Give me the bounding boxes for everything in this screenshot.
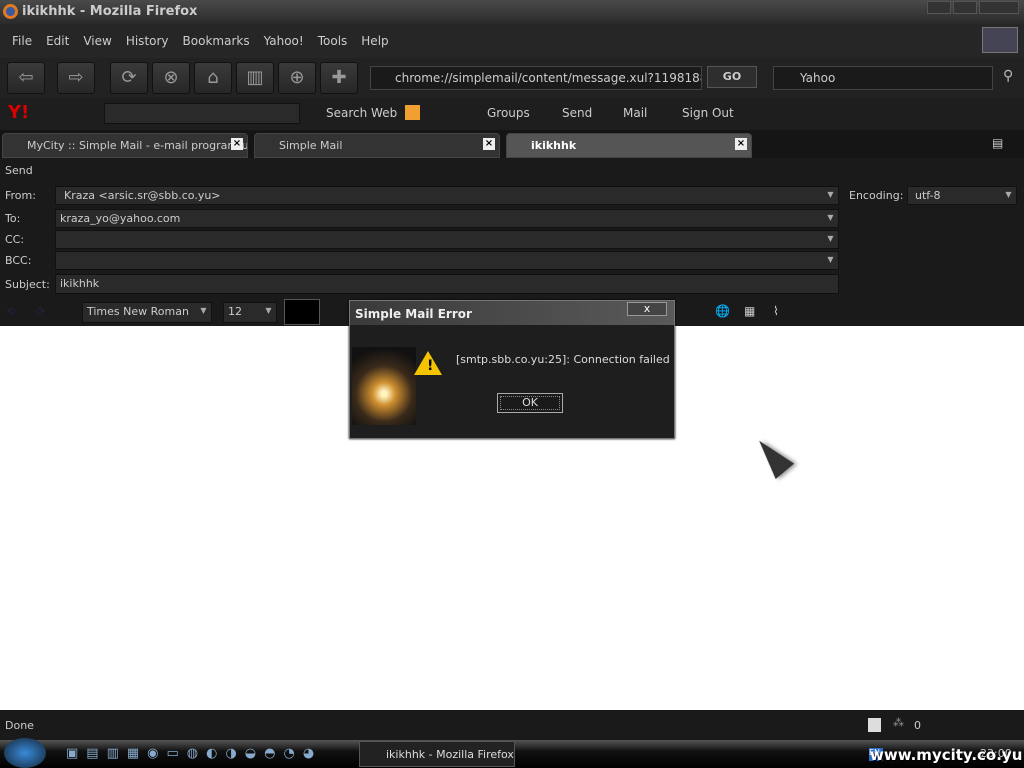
- tab-mycity[interactable]: MyCity :: Simple Mail - e-mail program u…: [2, 133, 248, 158]
- stop-button[interactable]: ⊗: [152, 62, 190, 94]
- cc-label: CC:: [5, 233, 25, 246]
- size-value: 12: [228, 305, 242, 318]
- encoding-label: Encoding:: [849, 189, 904, 202]
- taskbar-item-label: ikikhhk - Mozilla Firefox: [386, 748, 514, 761]
- chevron-down-icon[interactable]: ▼: [825, 234, 836, 245]
- from-label: From:: [5, 189, 36, 202]
- reload-button[interactable]: ⟳: [110, 62, 148, 94]
- navigation-toolbar: ⇦ ⇨ ⟳ ⊗ ⌂ ▥ ⊕ ✚ chrome://simplemail/cont…: [0, 58, 1024, 98]
- taskbar-item-firefox[interactable]: ikikhhk - Mozilla Firefox: [359, 741, 515, 767]
- spinner-icon: ⁂: [893, 716, 904, 729]
- to-field[interactable]: kraza_yo@yahoo.com ▼: [55, 209, 839, 228]
- add-bookmark-button[interactable]: ✚: [320, 62, 358, 94]
- from-value: Kraza <arsic.sr@sbb.co.yu>: [64, 189, 221, 202]
- chevron-down-icon[interactable]: ▼: [825, 213, 836, 224]
- bcc-label: BCC:: [5, 254, 32, 267]
- chevron-down-icon[interactable]: ▼: [825, 255, 836, 266]
- dialog-message: [smtp.sbb.co.yu:25]: Connection failed: [456, 353, 670, 366]
- chevron-down-icon[interactable]: ▼: [825, 190, 836, 201]
- chevron-down-icon[interactable]: ▼: [198, 306, 209, 317]
- sign-out-button[interactable]: Sign Out: [682, 106, 734, 120]
- dialog-close-button[interactable]: x: [627, 302, 667, 316]
- bcc-field[interactable]: ▼: [55, 251, 839, 270]
- tab-label: Simple Mail: [279, 139, 343, 152]
- table-icon[interactable]: ▦: [744, 304, 755, 318]
- close-tab-icon[interactable]: ×: [483, 138, 495, 150]
- shuttle-launch-image: [352, 347, 416, 425]
- menu-edit[interactable]: Edit: [46, 34, 69, 48]
- menu-tools[interactable]: Tools: [318, 34, 348, 48]
- chevron-down-icon[interactable]: ▼: [263, 306, 274, 317]
- minimize-button[interactable]: [927, 1, 951, 14]
- go-button[interactable]: GO: [707, 66, 757, 88]
- home-button[interactable]: ⌂: [194, 62, 232, 94]
- menu-bookmarks[interactable]: Bookmarks: [183, 34, 250, 48]
- quick-launch-icons[interactable]: ▣▤▥▦◉▭◍◐◑◒◓◔◕: [66, 746, 346, 762]
- send-button[interactable]: Send: [5, 164, 33, 177]
- subject-label: Subject:: [5, 278, 50, 291]
- forward-button[interactable]: ⇨: [57, 62, 95, 94]
- encoding-value: utf-8: [915, 189, 941, 202]
- search-web-button[interactable]: Search Web: [326, 106, 397, 120]
- menu-yahoo[interactable]: Yahoo!: [264, 34, 304, 48]
- title-bar: ikikhhk - Mozilla Firefox: [0, 0, 1024, 24]
- dialog-title: Simple Mail Error: [350, 301, 674, 325]
- tab-label: ikikhhk: [531, 139, 577, 152]
- close-window-button[interactable]: [979, 1, 1019, 14]
- attach-icon[interactable]: ⌇: [773, 304, 779, 318]
- menu-help[interactable]: Help: [361, 34, 388, 48]
- cc-field[interactable]: ▼: [55, 230, 839, 249]
- to-value: kraza_yo@yahoo.com: [60, 212, 181, 225]
- maximize-button[interactable]: [953, 1, 977, 14]
- groups-button[interactable]: Groups: [487, 106, 530, 120]
- menu-file[interactable]: File: [12, 34, 32, 48]
- search-icon[interactable]: ⚲: [1003, 68, 1013, 84]
- encoding-select[interactable]: utf-8 ▼: [907, 186, 1017, 205]
- watermark: www.mycity.co.yu: [870, 746, 1023, 764]
- redo-icon[interactable]: ⟳: [36, 305, 45, 318]
- back-button[interactable]: ⇦: [7, 62, 45, 94]
- from-field[interactable]: Kraza <arsic.sr@sbb.co.yu> ▼: [55, 186, 839, 205]
- bookmarks-button[interactable]: ▥: [236, 62, 274, 94]
- menu-view[interactable]: View: [83, 34, 111, 48]
- ok-button[interactable]: OK: [497, 393, 563, 413]
- chevron-down-icon[interactable]: ▼: [1003, 190, 1014, 201]
- tab-ikikhhk[interactable]: ikikhhk ×: [506, 133, 752, 158]
- menu-bar: File Edit View History Bookmarks Yahoo! …: [0, 24, 1024, 58]
- send-button[interactable]: Send: [562, 106, 592, 120]
- font-select[interactable]: Times New Roman ▼: [82, 302, 212, 323]
- url-bar[interactable]: chrome://simplemail/content/message.xul?…: [370, 66, 702, 90]
- start-button[interactable]: [4, 738, 46, 768]
- window-title: ikikhhk - Mozilla Firefox: [22, 4, 198, 19]
- error-dialog: Simple Mail Error x ! [smtp.sbb.co.yu:25…: [349, 300, 675, 439]
- tab-bar: MyCity :: Simple Mail - e-mail program u…: [0, 130, 1024, 158]
- avatar: [982, 27, 1018, 53]
- yahoo-toolbar: Y! Search Web Groups Send Mail Sign Out: [0, 98, 1024, 130]
- subject-field[interactable]: ikikhhk: [55, 274, 839, 294]
- tab-label: MyCity :: Simple Mail - e-mail program u…: [27, 139, 248, 152]
- close-tab-icon[interactable]: ×: [735, 138, 747, 150]
- to-label: To:: [5, 212, 21, 225]
- status-count: 0: [914, 719, 921, 732]
- warning-mark-icon: !: [427, 358, 434, 374]
- size-select[interactable]: 12 ▼: [223, 302, 277, 323]
- firefox-icon: [3, 4, 18, 19]
- downloads-button[interactable]: ⊕: [278, 62, 316, 94]
- search-input[interactable]: Yahoo: [773, 66, 993, 90]
- yahoo-logo-icon[interactable]: Y!: [8, 102, 29, 123]
- target-icon[interactable]: [405, 105, 420, 120]
- menu-history[interactable]: History: [126, 34, 169, 48]
- tab-list-icon[interactable]: ▤: [992, 136, 1003, 150]
- status-bar: Done ⁂ 0: [0, 710, 1024, 740]
- close-tab-icon[interactable]: ×: [231, 138, 243, 150]
- font-value: Times New Roman: [87, 305, 189, 318]
- color-picker[interactable]: [284, 299, 320, 325]
- yahoo-search-input[interactable]: [104, 103, 300, 124]
- notes-icon[interactable]: [868, 718, 881, 732]
- status-text: Done: [5, 719, 34, 732]
- undo-icon[interactable]: ⟲: [6, 305, 15, 318]
- tab-simple-mail[interactable]: Simple Mail ×: [254, 133, 500, 158]
- mail-button[interactable]: Mail: [623, 106, 647, 120]
- link-icon[interactable]: 🌐: [715, 304, 730, 318]
